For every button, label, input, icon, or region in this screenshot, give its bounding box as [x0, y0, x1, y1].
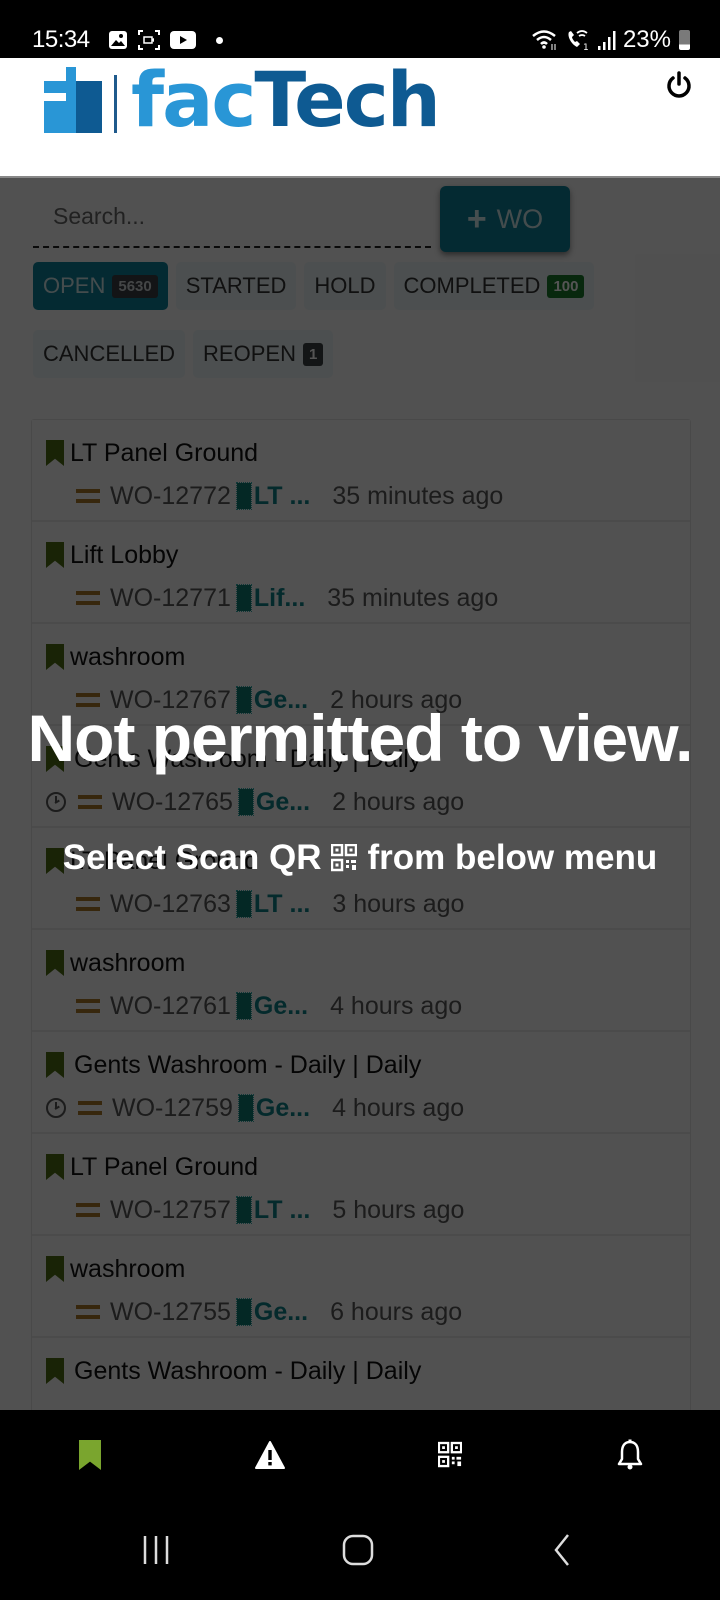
notification-icons: [108, 30, 223, 50]
back-icon: [554, 1534, 569, 1566]
scan-qr-instruction: Select Scan QR from below menu: [62, 838, 658, 877]
recent-apps-button[interactable]: [126, 1520, 186, 1580]
not-permitted-message: Not permitted to view.: [27, 701, 694, 775]
factech-logo: facTech: [44, 55, 441, 144]
status-bar: 15:34 1 23%: [0, 0, 720, 58]
logo-mark-icon: [44, 67, 102, 133]
nav-alerts[interactable]: [230, 1415, 310, 1495]
bottom-navigation: [0, 1410, 720, 1500]
nav-notifications[interactable]: [590, 1415, 670, 1495]
screen-record-icon: [138, 30, 160, 50]
system-status: 1 23%: [531, 26, 690, 54]
youtube-icon: [170, 31, 196, 49]
bell-icon: [617, 1439, 643, 1470]
app-header: facTech: [0, 58, 720, 178]
svg-text:1: 1: [583, 43, 589, 52]
signal-icon: [597, 31, 616, 50]
permission-overlay: [0, 178, 720, 1410]
qr-code-icon: [331, 844, 358, 872]
home-icon: [342, 1534, 374, 1566]
nav-work-orders[interactable]: [50, 1415, 130, 1495]
recent-apps-icon: [143, 1536, 169, 1564]
battery-icon: [679, 30, 690, 50]
bookmark-icon: [79, 1440, 101, 1470]
wifi-calling-icon: 1: [568, 30, 589, 52]
dot-icon: [216, 36, 223, 44]
battery-percent: 23%: [622, 26, 671, 53]
home-button[interactable]: [328, 1520, 388, 1580]
warning-icon: [255, 1441, 285, 1469]
logo-separator: [114, 75, 117, 133]
nav-scan-qr[interactable]: [410, 1415, 490, 1495]
logout-button[interactable]: [664, 70, 694, 100]
qr-code-icon: [438, 1441, 462, 1468]
system-navigation-bar: [0, 1500, 720, 1600]
power-icon: [667, 71, 691, 98]
gallery-icon: [109, 31, 127, 49]
wifi-icon: [532, 30, 556, 50]
logo-text: facTech: [131, 55, 441, 144]
back-button[interactable]: [532, 1520, 592, 1580]
status-time: 15:34: [32, 26, 90, 53]
